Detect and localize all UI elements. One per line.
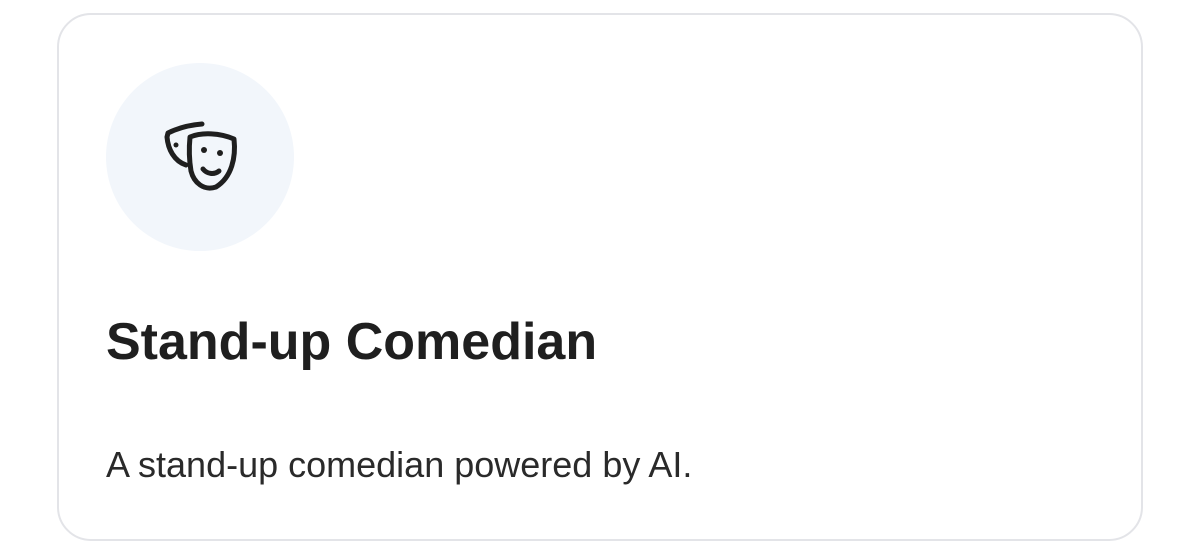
card-description: A stand-up comedian powered by AI.: [106, 444, 693, 485]
theater-masks-icon: [164, 121, 237, 191]
icon-badge: [106, 63, 294, 251]
card-title: Stand-up Comedian: [106, 313, 598, 371]
agent-card-stand-up-comedian[interactable]: Stand-up Comedian A stand-up comedian po…: [57, 13, 1143, 541]
